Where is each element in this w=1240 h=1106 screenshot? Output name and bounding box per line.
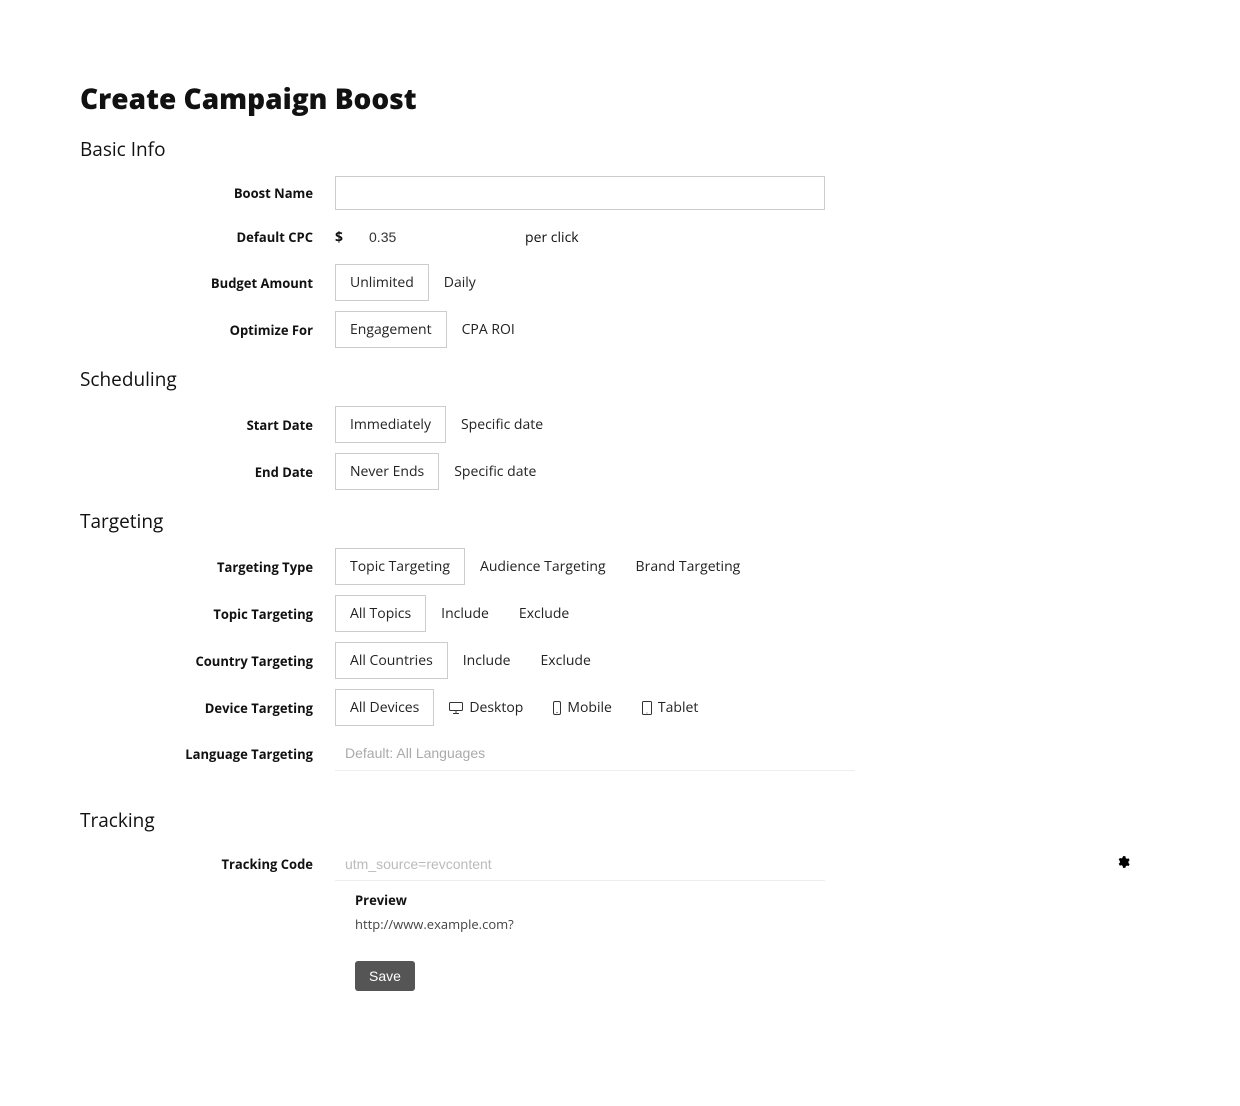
optimize-cpa-roi-option[interactable]: CPA ROI (447, 311, 530, 348)
boost-name-input[interactable] (335, 176, 825, 210)
budget-amount-label: Budget Amount (80, 274, 335, 292)
device-desktop-text: Desktop (469, 698, 523, 717)
topic-exclude-option[interactable]: Exclude (504, 595, 584, 632)
tablet-icon (642, 701, 652, 715)
desktop-icon (449, 702, 463, 714)
tracking-settings-button[interactable] (1116, 855, 1160, 874)
end-date-label: End Date (80, 463, 335, 481)
budget-amount-toggle: Unlimited Daily (335, 264, 491, 301)
device-mobile-text: Mobile (567, 698, 612, 717)
language-targeting-input[interactable] (335, 736, 595, 770)
topic-targeting-label: Topic Targeting (80, 605, 335, 623)
start-date-toggle: Immediately Specific date (335, 406, 558, 443)
targeting-topic-option[interactable]: Topic Targeting (335, 548, 465, 585)
targeting-type-toggle: Topic Targeting Audience Targeting Brand… (335, 548, 755, 585)
budget-daily-option[interactable]: Daily (429, 264, 491, 301)
gear-icon (1116, 855, 1130, 869)
default-cpc-input[interactable] (359, 220, 509, 254)
start-immediately-option[interactable]: Immediately (335, 406, 446, 443)
mobile-icon (553, 701, 561, 715)
start-specific-date-option[interactable]: Specific date (446, 406, 558, 443)
country-exclude-option[interactable]: Exclude (526, 642, 606, 679)
topic-all-option[interactable]: All Topics (335, 595, 426, 632)
currency-symbol: $ (335, 228, 343, 247)
country-targeting-toggle: All Countries Include Exclude (335, 642, 606, 679)
targeting-type-label: Targeting Type (80, 558, 335, 576)
budget-unlimited-option[interactable]: Unlimited (335, 264, 429, 301)
section-basic-info-title: Basic Info (80, 136, 1160, 162)
boost-name-label: Boost Name (80, 184, 335, 202)
preview-url: http://www.example.com? (355, 915, 1160, 933)
optimize-for-label: Optimize For (80, 321, 335, 339)
device-all-option[interactable]: All Devices (335, 689, 434, 726)
section-tracking-title: Tracking (80, 807, 1160, 833)
page-title: Create Campaign Boost (80, 80, 1160, 118)
device-targeting-label: Device Targeting (80, 699, 335, 717)
end-date-toggle: Never Ends Specific date (335, 453, 551, 490)
end-never-option[interactable]: Never Ends (335, 453, 439, 490)
section-targeting-title: Targeting (80, 508, 1160, 534)
tracking-code-label: Tracking Code (80, 855, 335, 873)
country-targeting-label: Country Targeting (80, 652, 335, 670)
save-button[interactable]: Save (355, 961, 415, 991)
start-date-label: Start Date (80, 416, 335, 434)
device-tablet-option[interactable]: Tablet (627, 689, 713, 726)
tracking-code-input[interactable] (335, 847, 825, 881)
preview-label: Preview (355, 891, 1160, 909)
default-cpc-label: Default CPC (80, 228, 335, 246)
topic-targeting-toggle: All Topics Include Exclude (335, 595, 584, 632)
country-all-option[interactable]: All Countries (335, 642, 448, 679)
targeting-audience-option[interactable]: Audience Targeting (465, 548, 621, 585)
device-targeting-toggle: All Devices Desktop Mobile Tablet (335, 689, 713, 726)
topic-include-option[interactable]: Include (426, 595, 504, 632)
device-tablet-text: Tablet (658, 698, 698, 717)
optimize-engagement-option[interactable]: Engagement (335, 311, 447, 348)
end-specific-date-option[interactable]: Specific date (439, 453, 551, 490)
device-desktop-option[interactable]: Desktop (434, 689, 538, 726)
targeting-brand-option[interactable]: Brand Targeting (621, 548, 756, 585)
language-targeting-label: Language Targeting (80, 745, 335, 763)
optimize-for-toggle: Engagement CPA ROI (335, 311, 530, 348)
section-scheduling-title: Scheduling (80, 366, 1160, 392)
device-mobile-option[interactable]: Mobile (538, 689, 627, 726)
country-include-option[interactable]: Include (448, 642, 526, 679)
per-click-text: per click (525, 228, 579, 247)
